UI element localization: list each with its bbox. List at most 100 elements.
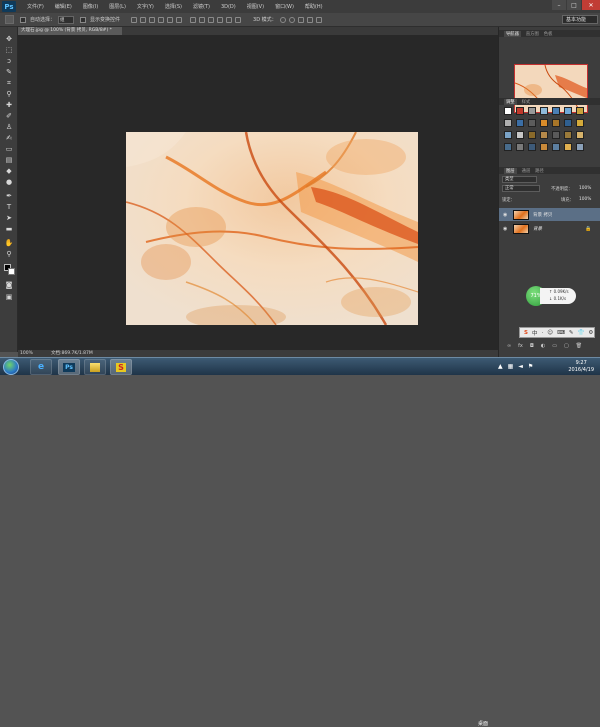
clock[interactable]: 9:27 2016/4/19	[568, 360, 594, 374]
blend-mode-dropdown[interactable]: 正常	[502, 185, 540, 192]
menu-type[interactable]: 文字(Y)	[137, 3, 154, 10]
layer-kind-filter[interactable]: 类型	[502, 176, 537, 183]
3d-scale-icon[interactable]	[315, 16, 322, 23]
marble-image[interactable]	[126, 132, 418, 325]
style-swatch[interactable]	[540, 143, 548, 151]
marquee-tool-icon[interactable]: ⬚	[4, 46, 14, 54]
menu-file[interactable]: 文件(F)	[27, 3, 44, 10]
align-bottom-icon[interactable]	[149, 16, 156, 23]
ime-punctuation-toggle[interactable]: ·	[541, 330, 543, 336]
style-swatch[interactable]	[504, 119, 512, 127]
adjustment-layer-icon[interactable]: ◐	[541, 343, 545, 349]
network-speed-widget[interactable]: 71% ↑ 0.09K/s ↓ 0.1K/s	[526, 286, 576, 306]
tab-adjustments[interactable]: 调整	[504, 98, 517, 105]
tab-swatches[interactable]: 色板	[544, 31, 553, 37]
move-tool-preset-icon[interactable]	[5, 15, 14, 24]
pen-tool-icon[interactable]: ✒	[4, 192, 14, 200]
align-top-icon[interactable]	[131, 16, 138, 23]
layer-name[interactable]: 背景	[533, 226, 542, 232]
minimize-icon[interactable]: –	[552, 0, 566, 10]
maximize-icon[interactable]: □	[567, 0, 581, 10]
tray-flag-icon[interactable]: ⚑	[528, 363, 533, 370]
3d-roll-icon[interactable]	[288, 16, 295, 23]
opacity-value[interactable]: 100%	[579, 186, 591, 191]
layer-name[interactable]: 背景 拷贝	[533, 212, 552, 218]
tab-histogram[interactable]: 直方图	[526, 31, 539, 37]
rectangle-tool-icon[interactable]: ▬	[4, 225, 14, 233]
desktop-toolbar-label[interactable]: 桌面	[478, 720, 488, 727]
style-swatch[interactable]	[540, 107, 548, 115]
auto-select-checkbox[interactable]	[20, 16, 26, 23]
style-swatch[interactable]	[552, 119, 560, 127]
style-swatch[interactable]	[528, 143, 536, 151]
distribute-top-icon[interactable]	[190, 16, 197, 23]
link-icon[interactable]: ∞	[507, 343, 511, 349]
menu-layer[interactable]: 图层(L)	[109, 3, 126, 10]
style-swatch[interactable]	[528, 107, 536, 115]
show-transform-checkbox[interactable]	[80, 16, 87, 23]
style-swatch[interactable]	[504, 107, 512, 115]
tab-navigator[interactable]: 导航器	[504, 30, 521, 37]
workspace-dropdown[interactable]: 基本功能	[562, 15, 598, 24]
align-left-icon[interactable]	[158, 16, 165, 23]
taskbar-ie[interactable]: e	[30, 359, 52, 375]
navigator-thumbnail[interactable]	[514, 64, 588, 113]
dodge-tool-icon[interactable]: ●	[4, 178, 14, 186]
healing-brush-tool-icon[interactable]: ✚	[4, 101, 14, 109]
ime-toolbar[interactable]: S 中 · ☺ ⌨ ✎ 👕 ⚙	[519, 327, 595, 338]
menu-select[interactable]: 选择(S)	[165, 3, 182, 10]
style-swatch[interactable]	[564, 119, 572, 127]
blur-tool-icon[interactable]: ◆	[4, 167, 14, 175]
align-hcenter-icon[interactable]	[167, 16, 174, 23]
style-swatch[interactable]	[564, 143, 572, 151]
sogou-logo-icon[interactable]: S	[524, 330, 528, 336]
eraser-tool-icon[interactable]: ▭	[4, 145, 14, 153]
document-tab[interactable]: 大理石.jpg @ 100% (背景 拷贝, RGB/8#) *	[18, 27, 122, 35]
taskbar-sogou[interactable]: S	[110, 359, 132, 375]
tab-channels[interactable]: 通道	[522, 168, 531, 174]
canvas-area[interactable]	[18, 35, 498, 352]
ime-settings-icon[interactable]: ⚙	[588, 330, 593, 336]
brush-tool-icon[interactable]: ✐	[4, 112, 14, 120]
distribute-right-icon[interactable]	[235, 16, 242, 23]
fx-icon[interactable]: fx	[518, 343, 523, 349]
ime-emoji-icon[interactable]: ☺	[547, 330, 553, 336]
menu-help[interactable]: 帮助(H)	[305, 3, 323, 10]
eyedropper-tool-icon[interactable]: ⚲	[4, 90, 14, 98]
auto-select-dropdown[interactable]: 组	[58, 15, 75, 24]
align-right-icon[interactable]	[176, 16, 183, 23]
align-vcenter-icon[interactable]	[140, 16, 147, 23]
screen-mode-icon[interactable]: ▣	[4, 293, 14, 301]
menu-filter[interactable]: 滤镜(T)	[193, 3, 210, 10]
ime-keyboard-icon[interactable]: ⌨	[557, 330, 565, 336]
visibility-eye-icon[interactable]: ◉	[503, 212, 507, 218]
tab-styles[interactable]: 样式	[522, 99, 531, 105]
layer-row[interactable]: ◉ 背景 🔒	[499, 222, 600, 235]
crop-tool-icon[interactable]: ⌗	[4, 79, 14, 87]
ime-language-toggle[interactable]: 中	[532, 329, 538, 337]
menu-3d[interactable]: 3D(D)	[221, 4, 236, 10]
style-swatch[interactable]	[576, 119, 584, 127]
quick-select-tool-icon[interactable]: ✎	[4, 68, 14, 76]
style-swatch[interactable]	[576, 143, 584, 151]
tray-network-icon[interactable]: ▦	[508, 363, 514, 370]
style-swatch[interactable]	[540, 119, 548, 127]
style-swatch[interactable]	[528, 131, 536, 139]
tray-volume-icon[interactable]: ◄	[518, 363, 523, 370]
background-color-swatch[interactable]	[8, 268, 15, 275]
gradient-tool-icon[interactable]: ▤	[4, 156, 14, 164]
style-swatch[interactable]	[552, 107, 560, 115]
tab-paths[interactable]: 路径	[535, 168, 544, 174]
new-layer-icon[interactable]: ▢	[564, 343, 569, 349]
distribute-bottom-icon[interactable]	[208, 16, 215, 23]
history-brush-tool-icon[interactable]: ✍	[4, 134, 14, 142]
style-swatch[interactable]	[564, 107, 572, 115]
zoom-tool-icon[interactable]: ⚲	[4, 250, 14, 258]
3d-pan-icon[interactable]	[297, 16, 304, 23]
tray-arrow-icon[interactable]: ▲	[498, 363, 503, 370]
style-swatch[interactable]	[516, 119, 524, 127]
clone-stamp-tool-icon[interactable]: ♙	[4, 123, 14, 131]
menu-window[interactable]: 窗口(W)	[275, 3, 294, 10]
quick-mask-icon[interactable]: ◙	[4, 281, 14, 289]
path-select-tool-icon[interactable]: ➤	[4, 214, 14, 222]
